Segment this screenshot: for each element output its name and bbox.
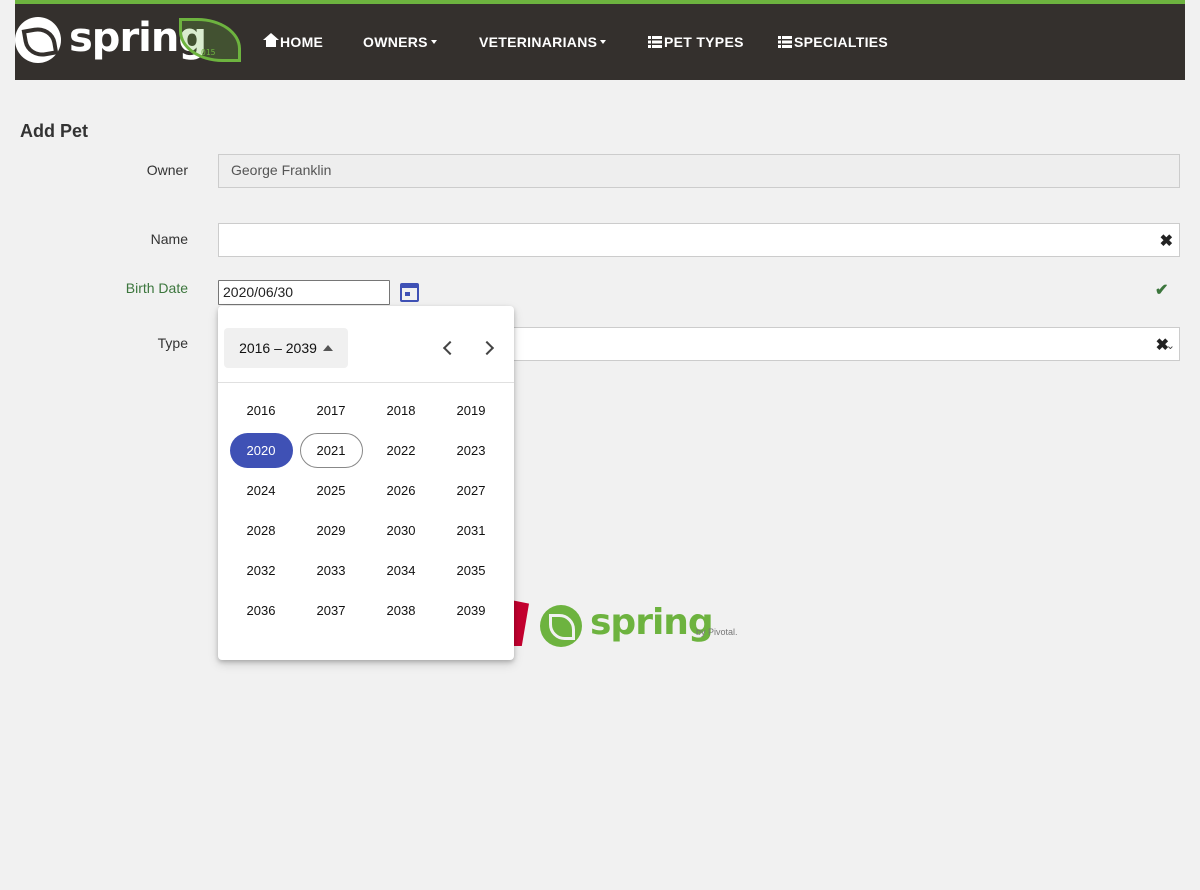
year-cell[interactable]: 2036 [226, 590, 296, 630]
nav-specialties[interactable]: SPECIALTIES [778, 34, 888, 50]
nav-veterinarians[interactable]: VETERINARIANS [479, 34, 607, 50]
year-cell-label: 2025 [316, 482, 346, 498]
brand-badge: 015 [201, 48, 216, 57]
year-cell[interactable]: 2035 [436, 550, 506, 590]
year-cell-label: 2027 [456, 482, 486, 498]
year-cell-label: 2020 [229, 432, 293, 468]
footer-by-pivotal: by Pivotal. [696, 627, 738, 637]
name-input[interactable]: ✖ [218, 223, 1180, 257]
year-cell-label: 2033 [316, 562, 346, 578]
year-cell[interactable]: 2031 [436, 510, 506, 550]
calendar-icon[interactable] [400, 283, 419, 302]
caret-down-icon [430, 40, 437, 44]
year-cell[interactable]: 2032 [226, 550, 296, 590]
type-label: Type [157, 335, 188, 351]
nav-home-label: HOME [280, 34, 324, 50]
birth-date-input[interactable]: 2020/06/30 [218, 280, 390, 305]
birth-date-label: Birth Date [125, 280, 188, 296]
nav-home[interactable]: HOME [263, 33, 324, 50]
caret-down-icon [600, 40, 607, 44]
period-label: 2016 – 2039 [239, 340, 317, 356]
year-cell[interactable]: 2020 [226, 430, 296, 470]
year-cell[interactable]: 2039 [436, 590, 506, 630]
nav-owners[interactable]: OWNERS [363, 34, 437, 50]
footer-spring-text: spring [590, 602, 714, 643]
year-cell[interactable]: 2033 [296, 550, 366, 590]
year-cell[interactable]: 2018 [366, 390, 436, 430]
chevron-down-icon: ⌄ [1165, 340, 1175, 352]
error-x-icon: ✖ [1159, 233, 1173, 250]
year-cell[interactable]: 2019 [436, 390, 506, 430]
year-cell[interactable]: 2034 [366, 550, 436, 590]
year-cell[interactable]: 2030 [366, 510, 436, 550]
year-cell-label: 2038 [386, 602, 416, 618]
year-cell-label: 2034 [386, 562, 416, 578]
top-navbar: spring 015 HOME OWNERS VETERINARIANS PET… [15, 0, 1185, 80]
year-cell-label: 2037 [316, 602, 346, 618]
year-cell[interactable]: 2028 [226, 510, 296, 550]
year-cell[interactable]: 2021 [296, 430, 366, 470]
list-icon [778, 36, 792, 48]
year-cell[interactable]: 2029 [296, 510, 366, 550]
period-toggle-button[interactable]: 2016 – 2039 [224, 328, 348, 368]
home-icon [263, 33, 279, 48]
year-cell-label: 2021 [299, 432, 363, 468]
owner-field: George Franklin [218, 154, 1180, 188]
nav-veterinarians-label: VETERINARIANS [479, 34, 598, 50]
year-cell[interactable]: 2037 [296, 590, 366, 630]
name-label: Name [150, 231, 188, 247]
nav-pet-types[interactable]: PET TYPES [648, 34, 744, 50]
year-cell-label: 2035 [456, 562, 486, 578]
next-period-button[interactable] [477, 336, 501, 360]
spring-footer-ring-icon [540, 605, 582, 647]
year-cell-label: 2024 [246, 482, 276, 498]
previous-period-button[interactable] [437, 336, 461, 360]
year-cell-label: 2023 [456, 442, 486, 458]
year-cell[interactable]: 2038 [366, 590, 436, 630]
year-cell[interactable]: 2026 [366, 470, 436, 510]
year-cell-label: 2018 [386, 402, 416, 418]
year-cell[interactable]: 2016 [226, 390, 296, 430]
nav-owners-label: OWNERS [363, 34, 428, 50]
year-cell-label: 2030 [386, 522, 416, 538]
footer-logos: spring by Pivotal. [486, 600, 746, 650]
year-grid: 2016 2017 2018 2019 2020 2021 2022 2023 2024 2025… [226, 390, 506, 630]
caret-up-icon [322, 345, 333, 351]
year-cell[interactable]: 2024 [226, 470, 296, 510]
spring-brand-logo[interactable]: spring 015 [15, 14, 245, 66]
year-cell-label: 2017 [316, 402, 346, 418]
year-cell-label: 2022 [386, 442, 416, 458]
nav-specialties-label: SPECIALTIES [794, 34, 889, 50]
year-cell-label: 2036 [246, 602, 276, 618]
year-cell[interactable]: 2025 [296, 470, 366, 510]
year-cell-label: 2032 [246, 562, 276, 578]
picker-divider [218, 382, 514, 383]
year-cell[interactable]: 2027 [436, 470, 506, 510]
nav-pet-types-label: PET TYPES [664, 34, 744, 50]
list-icon [648, 36, 662, 48]
year-cell-label: 2028 [246, 522, 276, 538]
spring-ring-icon [15, 17, 61, 63]
page-title: Add Pet [20, 121, 89, 141]
year-cell-label: 2029 [316, 522, 346, 538]
year-cell-label: 2019 [456, 402, 486, 418]
year-cell[interactable]: 2017 [296, 390, 366, 430]
year-cell[interactable]: 2022 [366, 430, 436, 470]
year-picker-popup: 2016 – 2039 2016 2017 2018 2019 2020 2021 2022… [218, 306, 514, 660]
year-cell-label: 2039 [456, 602, 486, 618]
year-cell-label: 2026 [386, 482, 416, 498]
valid-check-icon: ✔ [1155, 282, 1169, 299]
year-cell[interactable]: 2023 [436, 430, 506, 470]
year-cell-label: 2031 [456, 522, 486, 538]
owner-label: Owner [146, 162, 188, 178]
year-cell-label: 2016 [246, 402, 276, 418]
